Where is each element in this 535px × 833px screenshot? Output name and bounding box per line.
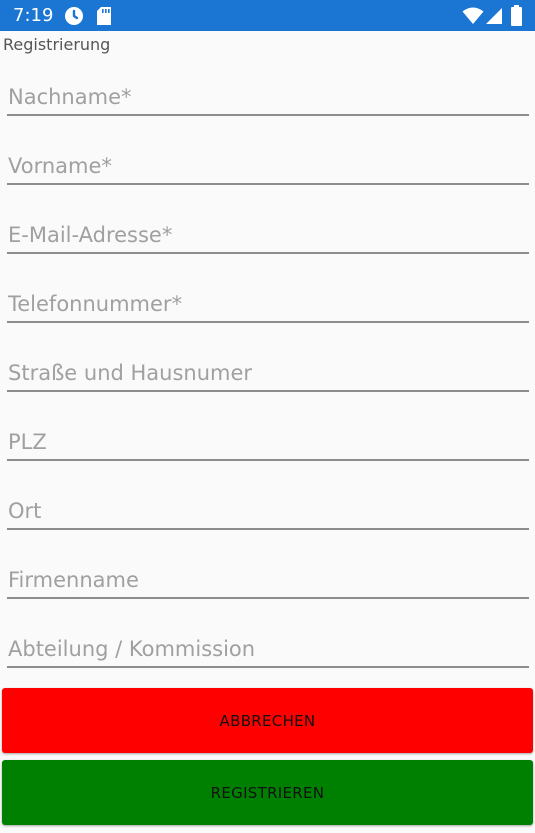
field-email [7,208,529,277]
field-vorname [7,139,529,208]
field-nachname [7,70,529,139]
field-strasse [7,346,529,415]
vorname-input[interactable] [7,149,529,185]
telefon-input[interactable] [7,287,529,323]
sd-card-icon [97,7,111,25]
page-title: Registrierung [3,35,111,54]
ort-input[interactable] [7,494,529,530]
field-plz [7,415,529,484]
email-input[interactable] [7,218,529,254]
nachname-input[interactable] [7,80,529,116]
register-button[interactable]: REGISTRIEREN [2,760,533,825]
field-firmenname [7,553,529,622]
field-abteilung [7,622,529,691]
registration-form [7,70,529,691]
abteilung-input[interactable] [7,632,529,668]
alarm-icon [65,7,83,25]
plz-input[interactable] [7,425,529,461]
field-ort [7,484,529,553]
firmenname-input[interactable] [7,563,529,599]
status-bar: 7:19 [0,0,535,31]
battery-icon [511,5,522,26]
wifi-icon [462,7,484,24]
signal-icon [486,8,502,24]
status-time: 7:19 [13,5,54,26]
strasse-input[interactable] [7,356,529,392]
field-telefon [7,277,529,346]
cancel-button[interactable]: ABBRECHEN [2,688,533,753]
